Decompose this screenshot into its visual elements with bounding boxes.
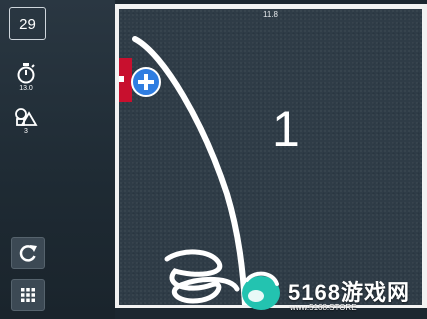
watermark-url: www.5168.STORE [290,303,357,312]
timer-stat: 13.0 [12,62,40,92]
shapes-stat: 3 [12,107,40,135]
shapes-value: 3 [24,128,28,135]
shapes-icon [15,108,38,126]
menu-button[interactable] [11,279,45,311]
plus-icon [138,74,154,90]
level-counter: 29 [9,7,46,40]
grid-menu-icon [21,288,35,302]
restart-button[interactable] [11,237,45,269]
sidebar: 29 13.0 3 [0,0,115,319]
add-shape-button[interactable] [131,67,161,97]
watermark-logo-icon [242,271,280,310]
restart-icon [19,245,37,262]
drawn-line [132,36,248,305]
timer-value: 13.0 [19,85,33,92]
watermark: 5168游戏网 www.5168.STORE [235,266,427,316]
stopwatch-icon [17,63,35,84]
game-board[interactable]: 11.8 1 [119,9,422,305]
